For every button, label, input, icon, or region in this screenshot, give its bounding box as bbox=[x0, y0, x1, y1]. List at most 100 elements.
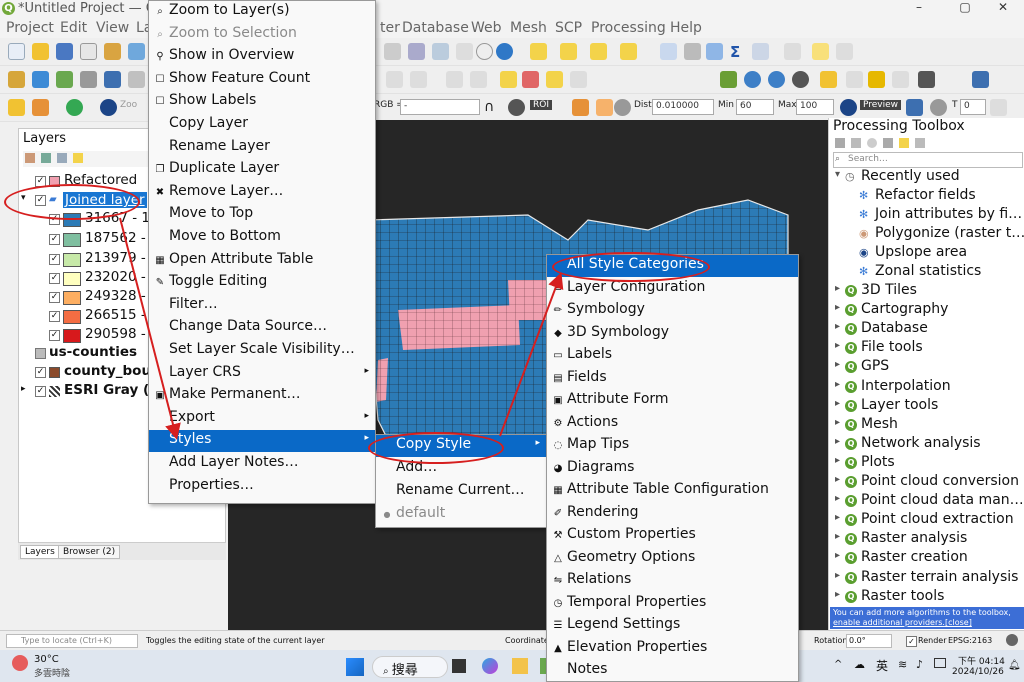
roi-point-icon[interactable] bbox=[508, 99, 525, 116]
expand-arrow-icon[interactable]: ▸ bbox=[835, 302, 840, 313]
zoom-last-icon[interactable] bbox=[456, 43, 473, 60]
scp-zoom-icon[interactable] bbox=[100, 99, 117, 116]
scp-tools-icon[interactable] bbox=[32, 99, 49, 116]
menu-item-toggle-editing[interactable]: ✎ Toggle Editing bbox=[149, 272, 375, 294]
db-icon[interactable] bbox=[868, 71, 885, 88]
menu-item-rendering[interactable]: ✐ Rendering bbox=[547, 503, 798, 525]
render-checkbox[interactable]: ✓ bbox=[906, 636, 917, 647]
menu-item-diagrams[interactable]: ◕ Diagrams bbox=[547, 458, 798, 480]
plugin-icon[interactable] bbox=[918, 71, 935, 88]
open-project-icon[interactable] bbox=[32, 43, 49, 60]
open-layer-styling-icon[interactable] bbox=[25, 153, 35, 163]
roi-add-icon[interactable] bbox=[572, 99, 589, 116]
label-move-icon[interactable] bbox=[546, 71, 563, 88]
label-icon[interactable] bbox=[500, 71, 517, 88]
expand-arrow-icon[interactable]: ▾ bbox=[835, 169, 840, 180]
tab-layers[interactable]: Layers bbox=[20, 545, 60, 559]
wifi-icon[interactable]: ≋ bbox=[898, 658, 907, 671]
menu-item-move-to-top[interactable]: Move to Top bbox=[149, 204, 375, 226]
menu-item-rename-current[interactable]: Rename Current… bbox=[376, 481, 546, 503]
new-project-icon[interactable] bbox=[8, 43, 25, 60]
undo-icon[interactable] bbox=[446, 71, 463, 88]
class-checkbox[interactable]: ✓ bbox=[49, 254, 60, 265]
filter-legend-icon[interactable] bbox=[73, 153, 83, 163]
menu-view[interactable]: View bbox=[96, 20, 129, 36]
scp-extra-icon[interactable] bbox=[990, 99, 1007, 116]
deselect-icon[interactable] bbox=[590, 43, 607, 60]
add-raster-icon[interactable] bbox=[80, 71, 97, 88]
layout-manager-icon[interactable] bbox=[104, 43, 121, 60]
expand-arrow-icon[interactable]: ▸ bbox=[835, 455, 840, 466]
class-checkbox[interactable]: ✓ bbox=[49, 292, 60, 303]
expand-arrow-icon[interactable]: ▸ bbox=[835, 283, 840, 294]
class-checkbox[interactable]: ✓ bbox=[49, 273, 60, 284]
roi-plus-icon[interactable] bbox=[596, 99, 613, 116]
globe-search-icon[interactable] bbox=[768, 71, 785, 88]
menu-item-export[interactable]: Export ▸ bbox=[149, 408, 375, 430]
notification-bell-icon[interactable]: 🔔︎ bbox=[1008, 660, 1021, 671]
volume-icon[interactable]: ♪ bbox=[916, 658, 923, 671]
refresh-icon[interactable] bbox=[496, 43, 513, 60]
dist-input[interactable]: 0.010000 bbox=[652, 99, 714, 115]
edit-features-icon[interactable] bbox=[899, 138, 909, 148]
menu-item-layer-configuration[interactable]: ≡ Layer Configuration bbox=[547, 278, 798, 300]
copilot-icon[interactable] bbox=[482, 658, 498, 674]
menu-item-show-labels[interactable]: ☐ Show Labels bbox=[149, 91, 375, 113]
add-group-icon[interactable] bbox=[41, 153, 51, 163]
models-icon[interactable] bbox=[835, 138, 845, 148]
minimize-button[interactable]: – bbox=[896, 0, 942, 18]
options-icon[interactable] bbox=[915, 138, 925, 148]
toolbox-search-input[interactable]: Search… bbox=[833, 152, 1023, 168]
menu-item-labels[interactable]: ▭ Labels bbox=[547, 345, 798, 367]
menu-item-copy-layer[interactable]: Copy Layer bbox=[149, 114, 375, 136]
menu-item-layer-crs[interactable]: Layer CRS ▸ bbox=[149, 363, 375, 385]
menu-item-legend-settings[interactable]: ☰ Legend Settings bbox=[547, 615, 798, 637]
statistics-sigma-icon[interactable]: Σ bbox=[730, 43, 747, 61]
label-rotate-icon[interactable] bbox=[570, 71, 587, 88]
rgb-combo[interactable]: - bbox=[400, 99, 480, 115]
menu-item-properties[interactable]: Properties… bbox=[149, 476, 375, 498]
add-mesh-icon[interactable] bbox=[104, 71, 121, 88]
edit-icon[interactable] bbox=[386, 71, 403, 88]
menu-project[interactable]: Project bbox=[6, 20, 54, 36]
scp-home-icon[interactable] bbox=[8, 99, 25, 116]
redo-icon[interactable] bbox=[470, 71, 487, 88]
zoom-layer-icon[interactable] bbox=[408, 43, 425, 60]
file-explorer-icon[interactable] bbox=[512, 658, 528, 674]
expand-arrow-icon[interactable]: ▸ bbox=[21, 384, 26, 394]
menu-item-show-in-overview[interactable]: ⚲ Show in Overview bbox=[149, 46, 375, 68]
menu-item-3d-symbology[interactable]: ◆ 3D Symbology bbox=[547, 323, 798, 345]
layer-checkbox[interactable]: ✓ bbox=[35, 386, 46, 397]
preview-redo-icon[interactable] bbox=[930, 99, 947, 116]
tab-browser[interactable]: Browser (2) bbox=[58, 545, 121, 559]
window-icon[interactable] bbox=[846, 71, 863, 88]
expand-arrow-icon[interactable]: ▸ bbox=[835, 531, 840, 542]
vector-icon[interactable] bbox=[32, 71, 49, 88]
min-input[interactable]: 60 bbox=[736, 99, 774, 115]
layer-checkbox[interactable]: ✓ bbox=[35, 367, 46, 378]
t-input[interactable]: 0 bbox=[960, 99, 986, 115]
menu-item-symbology[interactable]: ✏ Symbology bbox=[547, 300, 798, 322]
messages-icon[interactable] bbox=[1006, 634, 1018, 646]
save-edits-icon[interactable] bbox=[410, 71, 427, 88]
class-checkbox[interactable]: ✓ bbox=[49, 234, 60, 245]
menu-item-attribute-table-configuration[interactable]: ▦ Attribute Table Configuration bbox=[547, 480, 798, 502]
history-icon[interactable] bbox=[867, 138, 877, 148]
enable-providers-link[interactable]: enable additional providers. bbox=[833, 618, 945, 627]
menu-help[interactable]: Help bbox=[670, 20, 702, 36]
expand-arrow-icon[interactable]: ▸ bbox=[835, 512, 840, 523]
menu-item-move-to-bottom[interactable]: Move to Bottom bbox=[149, 227, 375, 249]
menu-item-notes[interactable]: Notes bbox=[547, 660, 798, 682]
menu-item-default[interactable]: ● default bbox=[376, 504, 546, 526]
menu-scp[interactable]: SCP bbox=[555, 20, 582, 36]
help-icon[interactable] bbox=[972, 71, 989, 88]
menu-item-attribute-form[interactable]: ▣ Attribute Form bbox=[547, 390, 798, 412]
menu-item-relations[interactable]: ⇋ Relations bbox=[547, 570, 798, 592]
triangle-icon[interactable] bbox=[720, 71, 737, 88]
close-button[interactable]: ✕ bbox=[980, 0, 1024, 18]
temporal-icon[interactable] bbox=[476, 43, 493, 60]
digitize-icon[interactable] bbox=[8, 71, 25, 88]
save-project-icon[interactable] bbox=[56, 43, 73, 60]
menu-item-add-layer-notes[interactable]: Add Layer Notes… bbox=[149, 453, 375, 475]
menu-item-rename-layer[interactable]: Rename Layer bbox=[149, 137, 375, 159]
